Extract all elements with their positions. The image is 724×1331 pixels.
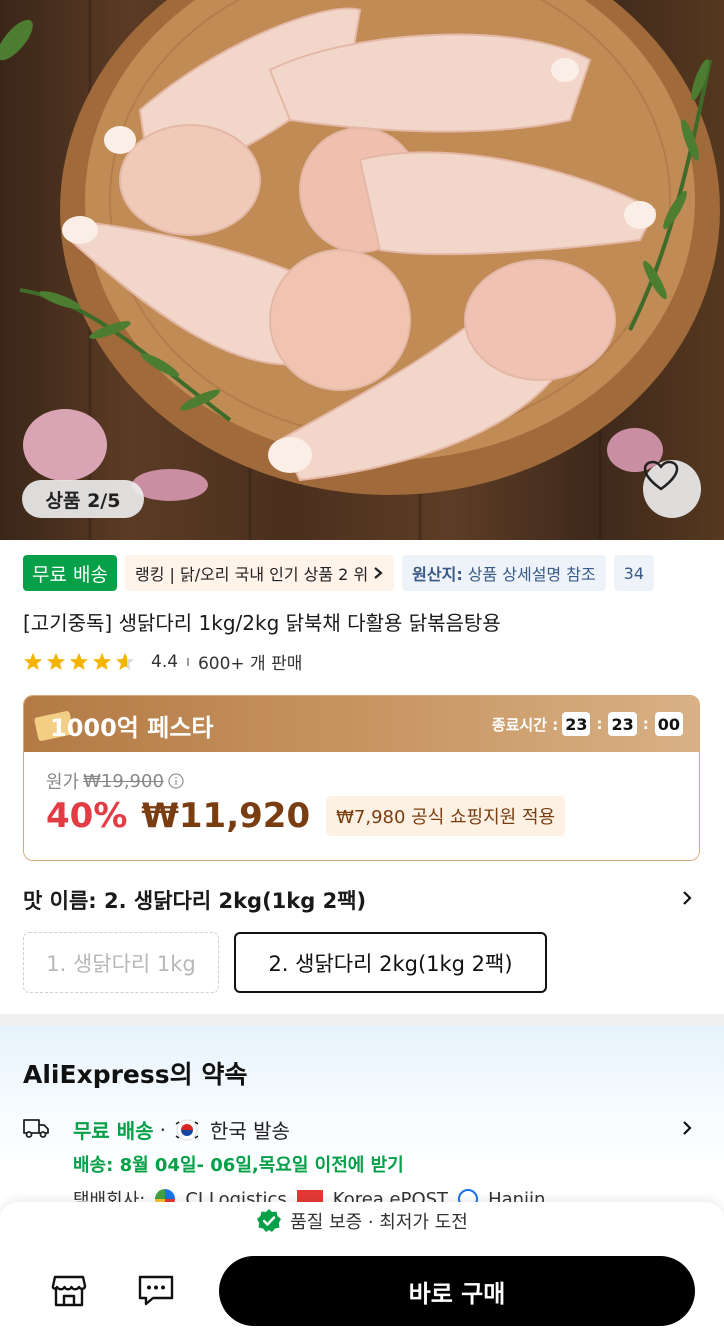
rating-value: 4.4 (151, 651, 179, 672)
ranking-text: 랭킹 | 닭/오리 국내 인기 상품 2 위 (134, 565, 369, 584)
star-rating-icon (24, 652, 134, 670)
timer-minutes: 23 (608, 712, 637, 736)
product-title: [고기중독] 생닭다리 1kg/2kg 닭북채 다활용 닭볶음탕용 (23, 611, 501, 635)
section-divider (0, 1014, 724, 1026)
info-icon[interactable] (168, 773, 184, 789)
chat-button[interactable] (137, 1273, 175, 1309)
check-badge-icon (257, 1209, 282, 1232)
rating-stars (23, 652, 141, 672)
guarantee-text: 품질 보증 · 최저가 도전 (290, 1212, 468, 1233)
product-tags: 무료 배송 랭킹 | 닭/오리 국내 인기 상품 2 위 원산지: 상품 상세설… (23, 555, 655, 591)
promo-header: 1000억 페스타 종료시간 : 23 : 23 : 00 (24, 696, 699, 752)
promo-body: 원가 ₩19,900 40% ₩11,920 ₩7,980 공식 쇼핑지원 적용 (24, 752, 699, 860)
chat-icon (138, 1275, 174, 1306)
promise-title: AliExpress의 약속 (23, 1060, 248, 1089)
shipping-dot: · (159, 1117, 166, 1142)
truck-icon (23, 1119, 49, 1138)
timer-seconds: 00 (654, 712, 683, 736)
rating-row[interactable]: 4.4 ı 600+ 개 판매 (23, 649, 302, 674)
original-price: ₩19,900 (83, 770, 164, 792)
rating-divider: ı (186, 653, 190, 670)
shipping-row[interactable]: 무료 배송 · 한국 발송 (73, 1115, 290, 1144)
discount-percent: 40% (46, 796, 128, 836)
guarantee-row: 품질 보증 · 최저가 도전 (0, 1208, 724, 1234)
subsidy-badge: ₩7,980 공식 쇼핑지원 적용 (326, 796, 566, 836)
product-image-gallery[interactable]: 상품 2/5 (0, 0, 724, 540)
chevron-right-icon[interactable] (680, 888, 694, 908)
store-icon (51, 1275, 87, 1307)
origin-value: 상품 상세설명 참조 (467, 565, 596, 584)
promo-title: 1000억 페스타 (50, 714, 214, 742)
promo-box: 1000억 페스타 종료시간 : 23 : 23 : 00 원가 ₩19,900… (23, 695, 700, 861)
sold-count: 600+ 개 판매 (197, 654, 303, 674)
free-shipping-tag: 무료 배송 (23, 555, 117, 591)
heart-icon (643, 460, 679, 491)
original-label: 원가 (46, 772, 80, 793)
ranking-tag[interactable]: 랭킹 | 닭/오리 국내 인기 상품 2 위 (124, 555, 395, 591)
original-price-row: 원가 ₩19,900 (46, 768, 184, 794)
extra-tag: 34 (613, 555, 655, 591)
image-counter-badge: 상품 2/5 (22, 480, 144, 518)
price-row: 40% ₩11,920 ₩7,980 공식 쇼핑지원 적용 (46, 796, 566, 836)
shipping-free-label: 무료 배송 (73, 1119, 154, 1143)
timer-label: 종료시간 : (491, 715, 559, 734)
korea-flag-icon (175, 1119, 199, 1140)
promo-timer: 종료시간 : 23 : 23 : 00 (492, 712, 683, 736)
product-photo (0, 0, 720, 540)
origin-label: 원산지: (412, 565, 463, 584)
store-button[interactable] (50, 1273, 88, 1309)
shipping-origin: 한국 발송 (209, 1119, 290, 1143)
option-item-1kg[interactable]: 1. 생닭다리 1kg (23, 932, 219, 993)
sale-price: ₩11,920 (141, 796, 311, 836)
chevron-right-icon (374, 567, 383, 579)
option-item-2kg[interactable]: 2. 생닭다리 2kg(1kg 2팩) (234, 932, 547, 993)
option-header[interactable]: 맛 이름: 2. 생닭다리 2kg(1kg 2팩) (23, 885, 366, 915)
buy-now-button[interactable]: 바로 구매 (219, 1256, 695, 1326)
wishlist-button[interactable] (643, 460, 701, 518)
delivery-date: 배송: 8월 04일- 06일,목요일 이전에 받기 (73, 1155, 404, 1176)
origin-tag: 원산지: 상품 상세설명 참조 (402, 555, 606, 591)
chevron-right-icon[interactable] (680, 1118, 694, 1138)
timer-hours: 23 (562, 712, 591, 736)
